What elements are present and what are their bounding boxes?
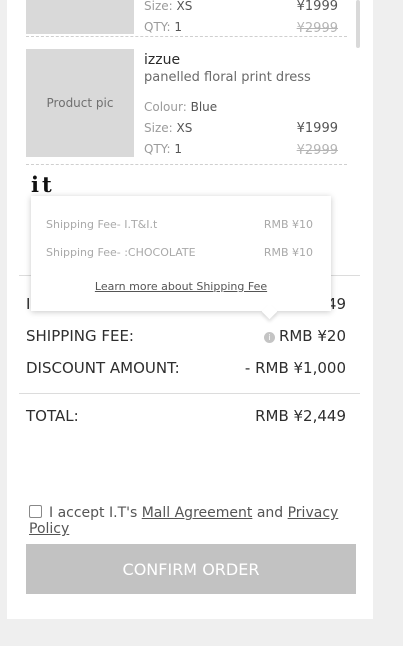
product-qty: QTY: 1 bbox=[144, 20, 183, 34]
product-image: Product pic bbox=[26, 49, 134, 157]
confirm-order-button[interactable]: CONFIRM ORDER bbox=[26, 544, 356, 594]
summary-discount-row: DISCOUNT AMOUNT: - RMB ¥1,000 bbox=[26, 359, 346, 379]
shipping-fee-line: Shipping Fee- :CHOCOLATE RMB ¥10 bbox=[46, 246, 313, 259]
learn-more-shipping-link[interactable]: Learn more about Shipping Fee bbox=[31, 280, 331, 293]
product-qty: QTY: 1 bbox=[144, 142, 183, 156]
product-size: Size: XS bbox=[144, 0, 193, 13]
product-price: ¥1999 bbox=[296, 0, 338, 14]
divider bbox=[19, 393, 360, 394]
subtotal-label: I bbox=[26, 295, 31, 313]
agreement-row: I accept I.T's Mall Agreement and Privac… bbox=[29, 505, 339, 537]
total-amount: RMB ¥2,449 bbox=[255, 407, 346, 425]
discount-amount: - RMB ¥1,000 bbox=[244, 359, 346, 377]
product-image bbox=[26, 0, 134, 34]
product-brand[interactable]: izzue bbox=[144, 52, 180, 68]
product-item: Product pic izzue panelled floral print … bbox=[26, 49, 347, 165]
info-icon[interactable]: i bbox=[263, 332, 275, 343]
scrollbar[interactable] bbox=[356, 0, 360, 48]
mall-agreement-link[interactable]: Mall Agreement bbox=[142, 505, 253, 521]
product-name[interactable]: panelled floral print dress bbox=[144, 70, 311, 85]
product-colour: Colour: Blue bbox=[144, 100, 218, 114]
product-original-price: ¥2999 bbox=[296, 143, 338, 158]
total-label: TOTAL: bbox=[26, 407, 79, 425]
product-original-price: ¥2999 bbox=[296, 21, 338, 36]
product-size: Size: XS bbox=[144, 121, 193, 135]
shipping-fee-tooltip: Shipping Fee- I.T&I.t RMB ¥10 Shipping F… bbox=[31, 196, 331, 320]
shipping-fee-line: Shipping Fee- I.T&I.t RMB ¥10 bbox=[46, 218, 313, 231]
accept-checkbox[interactable] bbox=[29, 505, 42, 518]
store-logo: it bbox=[31, 172, 55, 197]
product-item: Size: XS ¥1999 QTY: 1 ¥2999 bbox=[26, 0, 347, 37]
shipping-fee-label: SHIPPING FEE: bbox=[26, 327, 134, 345]
summary-shipping-row: SHIPPING FEE: i RMB ¥20 bbox=[26, 327, 346, 347]
summary-total-row: TOTAL: RMB ¥2,449 bbox=[26, 407, 346, 427]
discount-label: DISCOUNT AMOUNT: bbox=[26, 359, 180, 377]
shipping-fee-amount: i RMB ¥20 bbox=[263, 327, 346, 345]
product-price: ¥1999 bbox=[296, 121, 338, 136]
